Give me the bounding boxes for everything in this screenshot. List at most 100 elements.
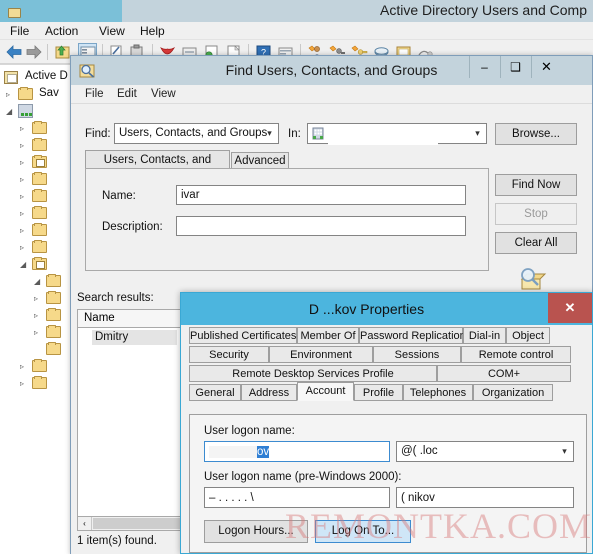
builtin-folder-icon <box>32 155 47 168</box>
table-row[interactable]: Dmitry <box>95 331 128 343</box>
scroll-left-button[interactable]: ‹ <box>78 517 92 530</box>
tab-object[interactable]: Object <box>506 327 550 344</box>
expand-chevron-icon[interactable]: ▹ <box>34 311 42 320</box>
tab-account[interactable]: Account <box>297 382 354 401</box>
tab-password-replication[interactable]: Password Replication <box>359 327 466 344</box>
find-tab-panel: Name: ivar Description: <box>85 168 489 271</box>
properties-close-button[interactable]: ✕ <box>548 293 592 323</box>
find-dialog-title-bar: Find Users, Contacts, and Groups – ❑ ✕ <box>71 56 592 85</box>
menu-help[interactable]: Help <box>140 24 165 38</box>
tab-member-of[interactable]: Member Of <box>297 327 359 344</box>
scroll-thumb[interactable] <box>93 518 181 529</box>
forward-arrow-icon[interactable] <box>26 45 42 59</box>
expand-chevron-icon[interactable]: ▹ <box>6 90 14 99</box>
ou-folder-icon <box>32 240 47 253</box>
minimize-button[interactable]: – <box>469 56 499 78</box>
expand-chevron-icon[interactable]: ▹ <box>20 175 28 184</box>
builtin-folder-icon <box>32 257 47 270</box>
search-results-label: Search results: <box>77 292 154 304</box>
log-on-to-button[interactable]: Log On To... <box>315 520 411 543</box>
tab-environment[interactable]: Environment <box>269 346 373 363</box>
account-tab-page: User logon name: ov @( .loc ▾ User logon… <box>189 414 587 553</box>
menu-file[interactable]: File <box>10 24 29 38</box>
tab-sessions[interactable]: Sessions <box>373 346 461 363</box>
expand-chevron-icon[interactable]: ▹ <box>34 294 42 303</box>
stop-button: Stop <box>495 203 577 225</box>
name-input[interactable]: ivar <box>176 185 466 205</box>
results-column-header[interactable]: Name <box>77 309 187 328</box>
properties-dialog-title: D ...kov Properties <box>308 301 425 317</box>
tab-remote-desktop-services-profile[interactable]: Remote Desktop Services Profile <box>189 365 437 382</box>
toolbar-separator <box>47 44 48 60</box>
tab-users-contacts-groups[interactable]: Users, Contacts, and Groups <box>85 150 230 184</box>
ou-folder-icon <box>46 274 61 287</box>
menu-action[interactable]: Action <box>45 24 78 38</box>
find-label: Find: <box>85 128 111 140</box>
pre-windows-2000-domain-input[interactable]: – . . . . . \ <box>204 487 390 508</box>
tab-telephones[interactable]: Telephones <box>403 384 473 401</box>
pre-windows-2000-label: User logon name (pre-Windows 2000): <box>204 471 402 483</box>
find-menu-edit[interactable]: Edit <box>117 88 137 100</box>
ou-folder-icon <box>32 376 47 389</box>
tab-address[interactable]: Address <box>241 384 297 401</box>
domain-building-icon <box>311 127 325 141</box>
mmc-app-icon <box>8 8 21 18</box>
domain-icon <box>18 104 33 118</box>
results-horizontal-scrollbar[interactable]: ‹ <box>77 516 187 531</box>
menu-view[interactable]: View <box>99 24 125 38</box>
name-input-value: ivar <box>181 189 200 201</box>
browse-button[interactable]: Browse... <box>495 123 577 145</box>
tab-security[interactable]: Security <box>189 346 269 363</box>
clear-all-button[interactable]: Clear All <box>495 232 577 254</box>
pre-windows-2000-name-input[interactable]: ( nikov <box>396 487 574 508</box>
user-properties-dialog: D ...kov Properties ✕ Published Certific… <box>180 292 593 554</box>
tab-remote-control[interactable]: Remote control <box>461 346 571 363</box>
logon-hours-button[interactable]: Logon Hours... <box>204 520 308 543</box>
ou-folder-icon <box>32 223 47 236</box>
back-arrow-icon[interactable] <box>6 45 22 59</box>
expand-chevron-icon[interactable]: ▹ <box>20 226 28 235</box>
ou-folder-icon <box>32 189 47 202</box>
find-menu-file[interactable]: File <box>85 88 104 100</box>
user-logon-name-label: User logon name: <box>204 425 295 437</box>
find-status-text: 1 item(s) found. <box>77 535 157 547</box>
chevron-down-icon: ▾ <box>475 128 480 138</box>
screen: Active Directory Users and Comp File Act… <box>0 0 593 554</box>
collapse-chevron-icon[interactable]: ◢ <box>20 260 28 269</box>
expand-chevron-icon[interactable]: ▹ <box>20 243 28 252</box>
collapse-chevron-icon[interactable]: ◢ <box>34 277 42 286</box>
expand-chevron-icon[interactable]: ▹ <box>34 328 42 337</box>
tab-general[interactable]: General <box>189 384 241 401</box>
expand-chevron-icon[interactable]: ▹ <box>20 362 28 371</box>
expand-chevron-icon[interactable]: ▹ <box>20 379 28 388</box>
results-list[interactable]: Dmitry <box>77 327 187 517</box>
ou-folder-icon <box>46 342 61 355</box>
pre-windows-2000-name-value: ( nikov <box>401 492 435 504</box>
user-logon-domain-combo[interactable]: @( .loc ▾ <box>396 441 574 462</box>
in-label: In: <box>288 128 301 140</box>
expand-chevron-icon[interactable]: ▹ <box>20 209 28 218</box>
tab-published-certificates[interactable]: Published Certificates <box>189 327 297 344</box>
user-logon-name-input[interactable]: ov <box>204 441 390 462</box>
tree-item-label: Sav <box>39 87 59 99</box>
find-now-button[interactable]: Find Now <box>495 174 577 196</box>
expand-chevron-icon[interactable]: ▹ <box>20 124 28 133</box>
tab-organization[interactable]: Organization <box>473 384 553 401</box>
tab-dial-in[interactable]: Dial-in <box>463 327 506 344</box>
find-menu-view[interactable]: View <box>151 88 176 100</box>
ou-folder-icon <box>32 359 47 372</box>
close-button[interactable]: ✕ <box>531 56 561 78</box>
expand-chevron-icon[interactable]: ▹ <box>20 158 28 167</box>
expand-chevron-icon[interactable]: ▹ <box>20 141 28 150</box>
maximize-button[interactable]: ❑ <box>500 56 530 78</box>
ou-folder-icon <box>32 206 47 219</box>
tab-com[interactable]: COM+ <box>437 365 571 382</box>
ou-folder-icon <box>46 308 61 321</box>
tab-profile[interactable]: Profile <box>354 384 403 401</box>
find-dialog-menu-bar: File Edit View <box>71 85 592 104</box>
description-input[interactable] <box>176 216 466 236</box>
expand-chevron-icon[interactable]: ▹ <box>20 192 28 201</box>
collapse-chevron-icon[interactable]: ◢ <box>6 107 14 116</box>
tab-advanced[interactable]: Advanced <box>231 152 289 169</box>
find-type-combo[interactable]: Users, Contacts, and Groups ▾ <box>114 123 279 144</box>
